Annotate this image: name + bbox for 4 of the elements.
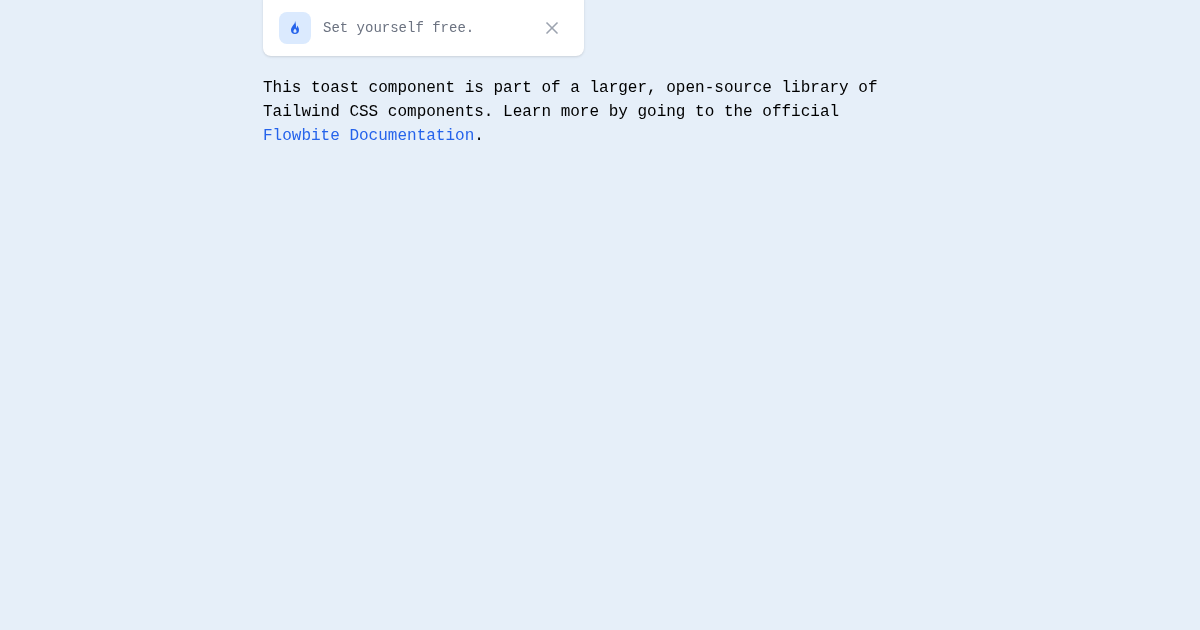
toast-message: Set yourself free. <box>323 19 476 38</box>
description-paragraph: This toast component is part of a larger, open-source library of Tailwind CSS components. Learn more by going to the official Flowbite Documentation. <box>263 78 879 147</box>
documentation-link[interactable]: Flowbite Documentation <box>263 127 475 145</box>
fire-icon <box>279 12 311 44</box>
